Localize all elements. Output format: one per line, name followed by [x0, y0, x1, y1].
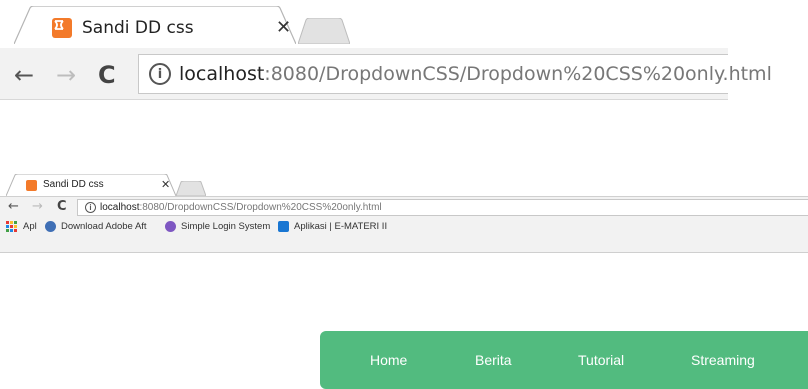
new-tab-button[interactable] [176, 181, 206, 196]
bookmark-apps[interactable]: Apl [6, 221, 37, 232]
new-tab-button[interactable] [298, 18, 350, 44]
reload-icon[interactable]: C [98, 61, 116, 89]
aplikasi-site-icon [278, 221, 289, 232]
bookmark-label: Simple Login System [181, 221, 271, 232]
xampp-icon [26, 180, 37, 191]
small-browser-tab[interactable]: Sandi DD css ✕ [6, 174, 176, 196]
reload-icon[interactable]: C [57, 199, 67, 214]
download-site-icon [45, 221, 56, 232]
large-tab-strip: Sandi DD css ✕ [0, 0, 728, 48]
url-host: localhost [179, 63, 265, 85]
bookmarks-bar: Apl Download Adobe Aft Simple Login Syst… [0, 219, 808, 237]
address-bar[interactable]: i localhost:8080/DropdownCSS/Dropdown%20… [138, 54, 772, 94]
nav-item-berita[interactable]: Berita [475, 352, 512, 368]
url-text: localhost:8080/DropdownCSS/Dropdown%20CS… [100, 202, 382, 213]
nav-item-home[interactable]: Home [370, 352, 407, 368]
login-system-icon [165, 221, 176, 232]
bookmark-label: Apl [23, 221, 37, 232]
nav-item-tutorial[interactable]: Tutorial [578, 352, 624, 368]
forward-arrow-icon[interactable]: → [32, 199, 43, 214]
tab-title: Sandi DD css [43, 179, 104, 190]
bookmark-label: Aplikasi | E-MATERI II [294, 221, 388, 232]
xampp-icon [52, 18, 72, 38]
back-arrow-icon[interactable]: ← [14, 61, 34, 89]
large-toolbar: ← → C i localhost:8080/DropdownCSS/Dropd… [0, 48, 772, 100]
url-path: :8080/DropdownCSS/Dropdown%20CSS%20only.… [264, 63, 772, 85]
bookmark-label: Download Adobe Aft [61, 221, 147, 232]
site-info-icon[interactable]: i [85, 202, 96, 213]
bookmark-download-adobe[interactable]: Download Adobe Aft [45, 221, 147, 232]
nav-item-streaming[interactable]: Streaming [691, 352, 755, 368]
close-tab-icon[interactable]: ✕ [161, 178, 170, 191]
navigation-bar: Home Berita Tutorial Streaming [320, 331, 808, 389]
apps-grid-icon [6, 221, 17, 232]
url-path: :8080/DropdownCSS/Dropdown%20CSS%20only.… [139, 202, 382, 213]
site-info-icon[interactable]: i [149, 63, 171, 85]
back-arrow-icon[interactable]: ← [8, 199, 19, 214]
url-host: localhost [100, 202, 140, 213]
bookmark-simple-login[interactable]: Simple Login System [165, 221, 270, 232]
forward-arrow-icon[interactable]: → [56, 61, 76, 89]
bookmark-aplikasi[interactable]: Aplikasi | E-MATERI II [278, 221, 387, 232]
close-tab-icon[interactable]: ✕ [276, 17, 291, 38]
tab-title: Sandi DD css [82, 18, 194, 38]
address-bar[interactable]: i localhost:8080/DropdownCSS/Dropdown%20… [77, 199, 808, 216]
large-browser-tab[interactable]: Sandi DD css ✕ [14, 6, 296, 44]
small-toolbar: ← → C i localhost:8080/DropdownCSS/Dropd… [0, 196, 808, 253]
url-text: localhost:8080/DropdownCSS/Dropdown%20CS… [179, 63, 772, 85]
